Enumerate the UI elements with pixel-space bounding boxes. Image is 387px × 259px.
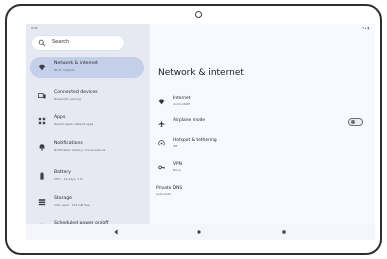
status-bar: 9:41 ▾ ▴ ▮ [26, 24, 375, 33]
setting-subtitle: AndroidWifi [173, 102, 191, 106]
sidebar-item-subtitle: Notification history, conversations [54, 147, 106, 152]
setting-title: VPN [173, 162, 182, 167]
sidebar-item-title: Notifications [54, 141, 83, 146]
search-bar[interactable]: Search [32, 36, 124, 50]
setting-title: Private DNS [156, 186, 183, 191]
setting-title: Airplane mode [173, 118, 206, 123]
setting-private-dns[interactable]: Private DNS Automatic [139, 184, 349, 202]
sidebar-item-title: Storage [54, 196, 72, 201]
back-icon[interactable] [112, 228, 120, 236]
vpn-icon [158, 165, 165, 170]
search-icon [38, 39, 46, 47]
status-time: 9:41 [31, 26, 38, 30]
page-title: Network & internet [158, 68, 244, 78]
sidebar-item-subtitle: Recent apps, default apps [54, 121, 94, 126]
recents-icon[interactable] [280, 228, 288, 236]
sidebar-item-title: Battery [54, 170, 72, 175]
status-icons: ▾ ▴ ▮ [362, 26, 369, 30]
sidebar-item-title: Network & internet [54, 61, 98, 66]
front-camera [195, 11, 202, 18]
wifi-icon [38, 64, 46, 71]
setting-subtitle: Off [173, 144, 178, 148]
toggle-knob [350, 120, 355, 125]
setting-subtitle: None [173, 168, 181, 172]
setting-title: Hotspot & tethering [173, 138, 217, 143]
setting-subtitle: Automatic [156, 192, 172, 196]
hotspot-icon [158, 140, 165, 146]
setting-hotspot-tethering[interactable]: Hotspot & tethering Off [156, 136, 366, 154]
search-placeholder: Search [52, 39, 70, 45]
system-navigation-bar [26, 224, 375, 240]
home-icon[interactable] [195, 228, 203, 236]
sidebar-item-subtitle: 14% used · 110 GB free [54, 202, 90, 207]
setting-vpn[interactable]: VPN None [156, 160, 366, 178]
bell-icon [39, 144, 45, 151]
sidebar-item-apps[interactable]: Apps Recent apps, default apps [30, 111, 144, 132]
devices-icon [38, 93, 46, 99]
setting-airplane-mode[interactable]: Airplane mode [156, 116, 366, 134]
apps-icon [38, 117, 46, 125]
sidebar-item-network-internet[interactable]: Network & internet Wi-Fi, hotspot [30, 57, 144, 78]
sidebar-item-title: Apps [54, 115, 66, 120]
sidebar-item-subtitle: Wi-Fi, hotspot [54, 67, 75, 72]
sidebar-item-subtitle: 58% · 14 days, 7 hr [54, 176, 84, 181]
airplane-icon [158, 120, 165, 127]
screen: 9:41 ▾ ▴ ▮ Search Network & internet Wi-… [26, 24, 375, 240]
sidebar-item-connected-devices[interactable]: Connected devices Bluetooth, pairing [30, 86, 144, 107]
sidebar-item-notifications[interactable]: Notifications Notification history, conv… [30, 137, 144, 158]
sidebar-item-title: Connected devices [54, 90, 98, 95]
sidebar-item-battery[interactable]: Battery 58% · 14 days, 7 hr [30, 166, 144, 187]
sidebar-item-storage[interactable]: Storage 14% used · 110 GB free [30, 192, 144, 213]
wifi-icon [158, 99, 165, 105]
airplane-mode-toggle[interactable] [348, 118, 363, 126]
setting-title: Internet [173, 96, 191, 101]
storage-icon [38, 199, 46, 206]
setting-internet[interactable]: Internet AndroidWifi [156, 94, 366, 112]
sidebar-item-subtitle: Bluetooth, pairing [54, 96, 81, 101]
battery-icon [40, 172, 44, 180]
